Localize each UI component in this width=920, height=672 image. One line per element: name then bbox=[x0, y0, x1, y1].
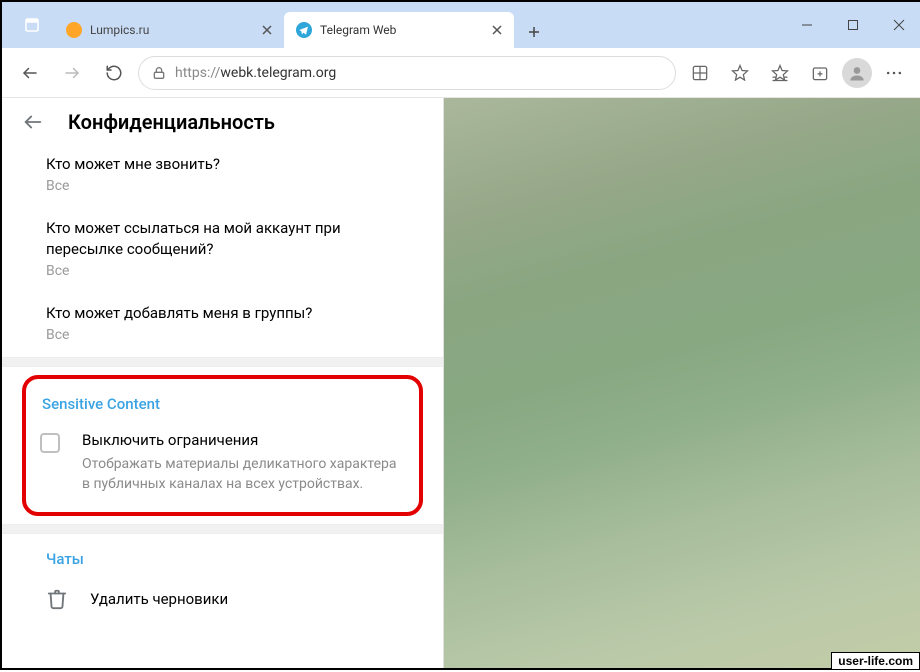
tab-title: Lumpics.ru bbox=[90, 23, 252, 37]
sensitive-content-header: Sensitive Content bbox=[40, 391, 405, 431]
minimize-button[interactable] bbox=[784, 2, 830, 48]
profile-avatar[interactable] bbox=[842, 58, 872, 88]
delete-drafts-label: Удалить черновики bbox=[90, 590, 228, 608]
disable-restrictions-row[interactable]: Выключить ограничения Отображать материа… bbox=[40, 431, 405, 494]
close-window-button[interactable] bbox=[876, 2, 920, 48]
setting-label: Кто может мне звонить? bbox=[46, 154, 419, 174]
delete-drafts-row[interactable]: Удалить черновики bbox=[2, 572, 443, 626]
lock-icon bbox=[151, 65, 167, 81]
address-bar: https://webk.telegram.org bbox=[2, 48, 920, 98]
refresh-button[interactable] bbox=[96, 55, 132, 91]
settings-panel: Конфиденциальность Кто может мне звонить… bbox=[2, 98, 444, 668]
favicon-lumpics-icon bbox=[66, 22, 82, 38]
menu-button[interactable] bbox=[876, 55, 912, 91]
panel-header: Конфиденциальность bbox=[2, 98, 443, 144]
setting-groups[interactable]: Кто может добавлять меня в группы? Все bbox=[2, 293, 443, 357]
back-arrow-icon[interactable] bbox=[22, 111, 44, 133]
setting-calls[interactable]: Кто может мне звонить? Все bbox=[2, 144, 443, 208]
checkbox-label: Выключить ограничения bbox=[82, 431, 405, 449]
setting-label: Кто может добавлять меня в группы? bbox=[46, 303, 419, 323]
checkbox-icon[interactable] bbox=[40, 433, 60, 453]
setting-forward[interactable]: Кто может ссылаться на мой аккаунт при п… bbox=[2, 208, 443, 293]
tab-strip: Lumpics.ru Telegram Web bbox=[54, 2, 784, 48]
checkbox-description: Отображать материалы деликатного характе… bbox=[82, 455, 405, 494]
tab-telegram[interactable]: Telegram Web bbox=[284, 12, 514, 48]
content-area: Конфиденциальность Кто может мне звонить… bbox=[2, 98, 920, 668]
trash-icon bbox=[46, 588, 68, 610]
collections-button[interactable] bbox=[802, 55, 838, 91]
close-icon[interactable] bbox=[260, 23, 274, 37]
maximize-button[interactable] bbox=[830, 2, 876, 48]
setting-label: Кто может ссылаться на мой аккаунт при п… bbox=[46, 218, 419, 259]
section-divider bbox=[2, 357, 443, 367]
watermark: user-life.com bbox=[831, 652, 920, 670]
favicon-telegram-icon bbox=[296, 22, 312, 38]
url-host: webk.telegram.org bbox=[220, 65, 336, 81]
favorites-button[interactable] bbox=[762, 55, 798, 91]
chats-section-header: Чаты bbox=[2, 534, 443, 572]
forward-button[interactable] bbox=[54, 55, 90, 91]
back-button[interactable] bbox=[12, 55, 48, 91]
tab-overview-button[interactable] bbox=[10, 7, 54, 43]
close-icon[interactable] bbox=[490, 23, 504, 37]
section-divider bbox=[2, 524, 443, 534]
tab-lumpics[interactable]: Lumpics.ru bbox=[54, 12, 284, 48]
chat-background bbox=[444, 98, 920, 668]
setting-value: Все bbox=[46, 178, 419, 194]
url-input[interactable]: https://webk.telegram.org bbox=[138, 56, 676, 90]
panel-title: Конфиденциальность bbox=[68, 110, 275, 134]
favorite-star-button[interactable] bbox=[722, 55, 758, 91]
sensitive-content-highlight: Sensitive Content Выключить ограничения … bbox=[22, 375, 423, 516]
setting-value: Все bbox=[46, 327, 419, 343]
new-tab-button[interactable] bbox=[518, 16, 550, 48]
window-titlebar: Lumpics.ru Telegram Web bbox=[2, 2, 920, 48]
extensions-button[interactable] bbox=[682, 55, 718, 91]
tab-title: Telegram Web bbox=[320, 23, 482, 37]
setting-value: Все bbox=[46, 263, 419, 279]
window-controls bbox=[784, 2, 920, 48]
url-protocol: https:// bbox=[175, 65, 220, 81]
